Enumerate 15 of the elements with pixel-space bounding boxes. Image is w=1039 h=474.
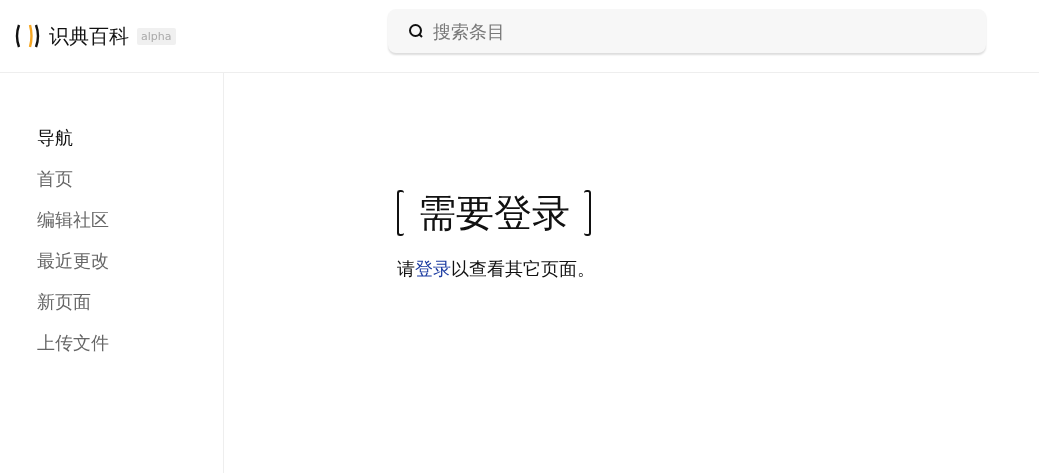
nav-link[interactable]: 新页面: [37, 289, 91, 330]
page-title: 需要登录: [397, 189, 591, 237]
nav-link[interactable]: 首页: [37, 166, 73, 207]
login-link[interactable]: 登录: [415, 258, 451, 279]
nav-link[interactable]: 上传文件: [37, 330, 109, 371]
login-message: 请登录以查看其它页面。: [397, 257, 595, 281]
logo-icon[interactable]: [13, 23, 41, 49]
nav-link[interactable]: 最近更改: [37, 248, 109, 289]
version-badge: alpha: [137, 27, 176, 45]
bracket-icon: [584, 190, 591, 236]
bracket-icon: [397, 190, 404, 236]
search-field[interactable]: 搜索条目: [388, 9, 986, 53]
nav-link[interactable]: 编辑社区: [37, 207, 109, 248]
nav-heading: 导航: [37, 126, 73, 150]
site-name[interactable]: 识典百科: [49, 22, 129, 50]
